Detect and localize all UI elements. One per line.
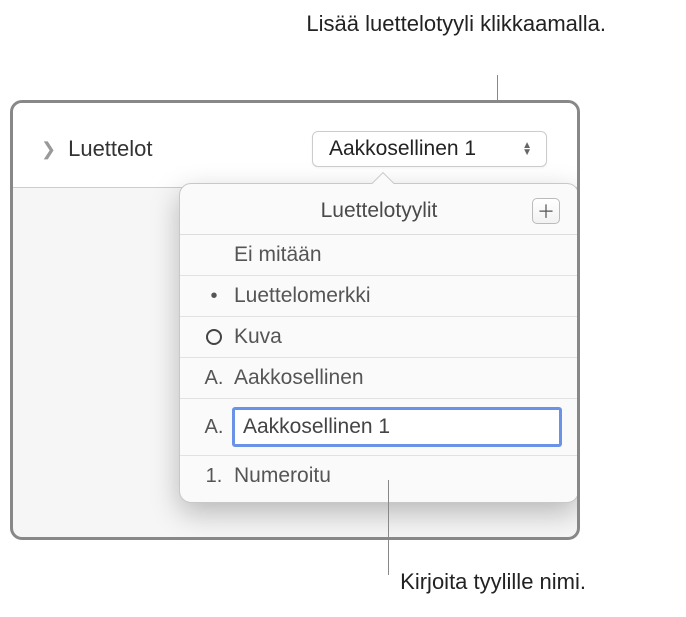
popover-header: Luettelotyylit ＋ [180,184,578,234]
popover-arrow [370,172,394,184]
list-style-select[interactable]: Aakkosellinen 1 ▲▼ [312,131,547,167]
style-item-image[interactable]: Kuva [180,317,578,358]
marker-number-1: 1. [200,465,228,488]
annotation-add-style: Lisää luettelotyyli klikkaamalla. [306,10,606,39]
inspector-panel: ❯ Luettelot Aakkosellinen 1 ▲▼ Luettelot… [10,100,580,540]
bullet-icon: • [200,285,228,308]
style-label-image: Kuva [234,325,282,349]
updown-chevron-icon: ▲▼ [510,142,532,156]
style-label-none: Ei mitään [234,243,322,267]
style-item-lettered[interactable]: A. Aakkosellinen [180,358,578,399]
ring-icon [200,329,228,345]
popover-title: Luettelotyylit [226,199,532,223]
add-style-button[interactable]: ＋ [532,198,560,224]
style-item-none[interactable]: Ei mitään [180,235,578,276]
style-item-lettered-1-editing[interactable]: A. [180,399,578,456]
luettelot-row: ❯ Luettelot Aakkosellinen 1 ▲▼ [13,103,577,187]
style-name-input[interactable] [232,407,562,447]
style-label-bullet: Luettelomerkki [234,284,371,308]
style-item-numbered[interactable]: 1. Numeroitu [180,456,578,502]
row-label-luettelot: Luettelot [68,136,152,162]
style-item-bullet[interactable]: • Luettelomerkki [180,276,578,317]
list-styles-popover: Luettelotyylit ＋ Ei mitään • Luettelomer… [179,183,579,503]
marker-letter-a-1: A. [200,416,228,439]
marker-letter-a: A. [200,367,228,390]
plus-icon: ＋ [537,198,555,224]
style-label-lettered: Aakkosellinen [234,366,364,390]
callout-line-bottom [388,480,389,575]
style-label-numbered: Numeroitu [234,464,331,488]
chevron-right-icon[interactable]: ❯ [41,139,56,160]
style-list: Ei mitään • Luettelomerkki Kuva A. Aakko… [180,234,578,502]
annotation-type-name: Kirjoita tyylille nimi. [266,568,586,597]
list-style-select-value: Aakkosellinen 1 [329,137,476,161]
